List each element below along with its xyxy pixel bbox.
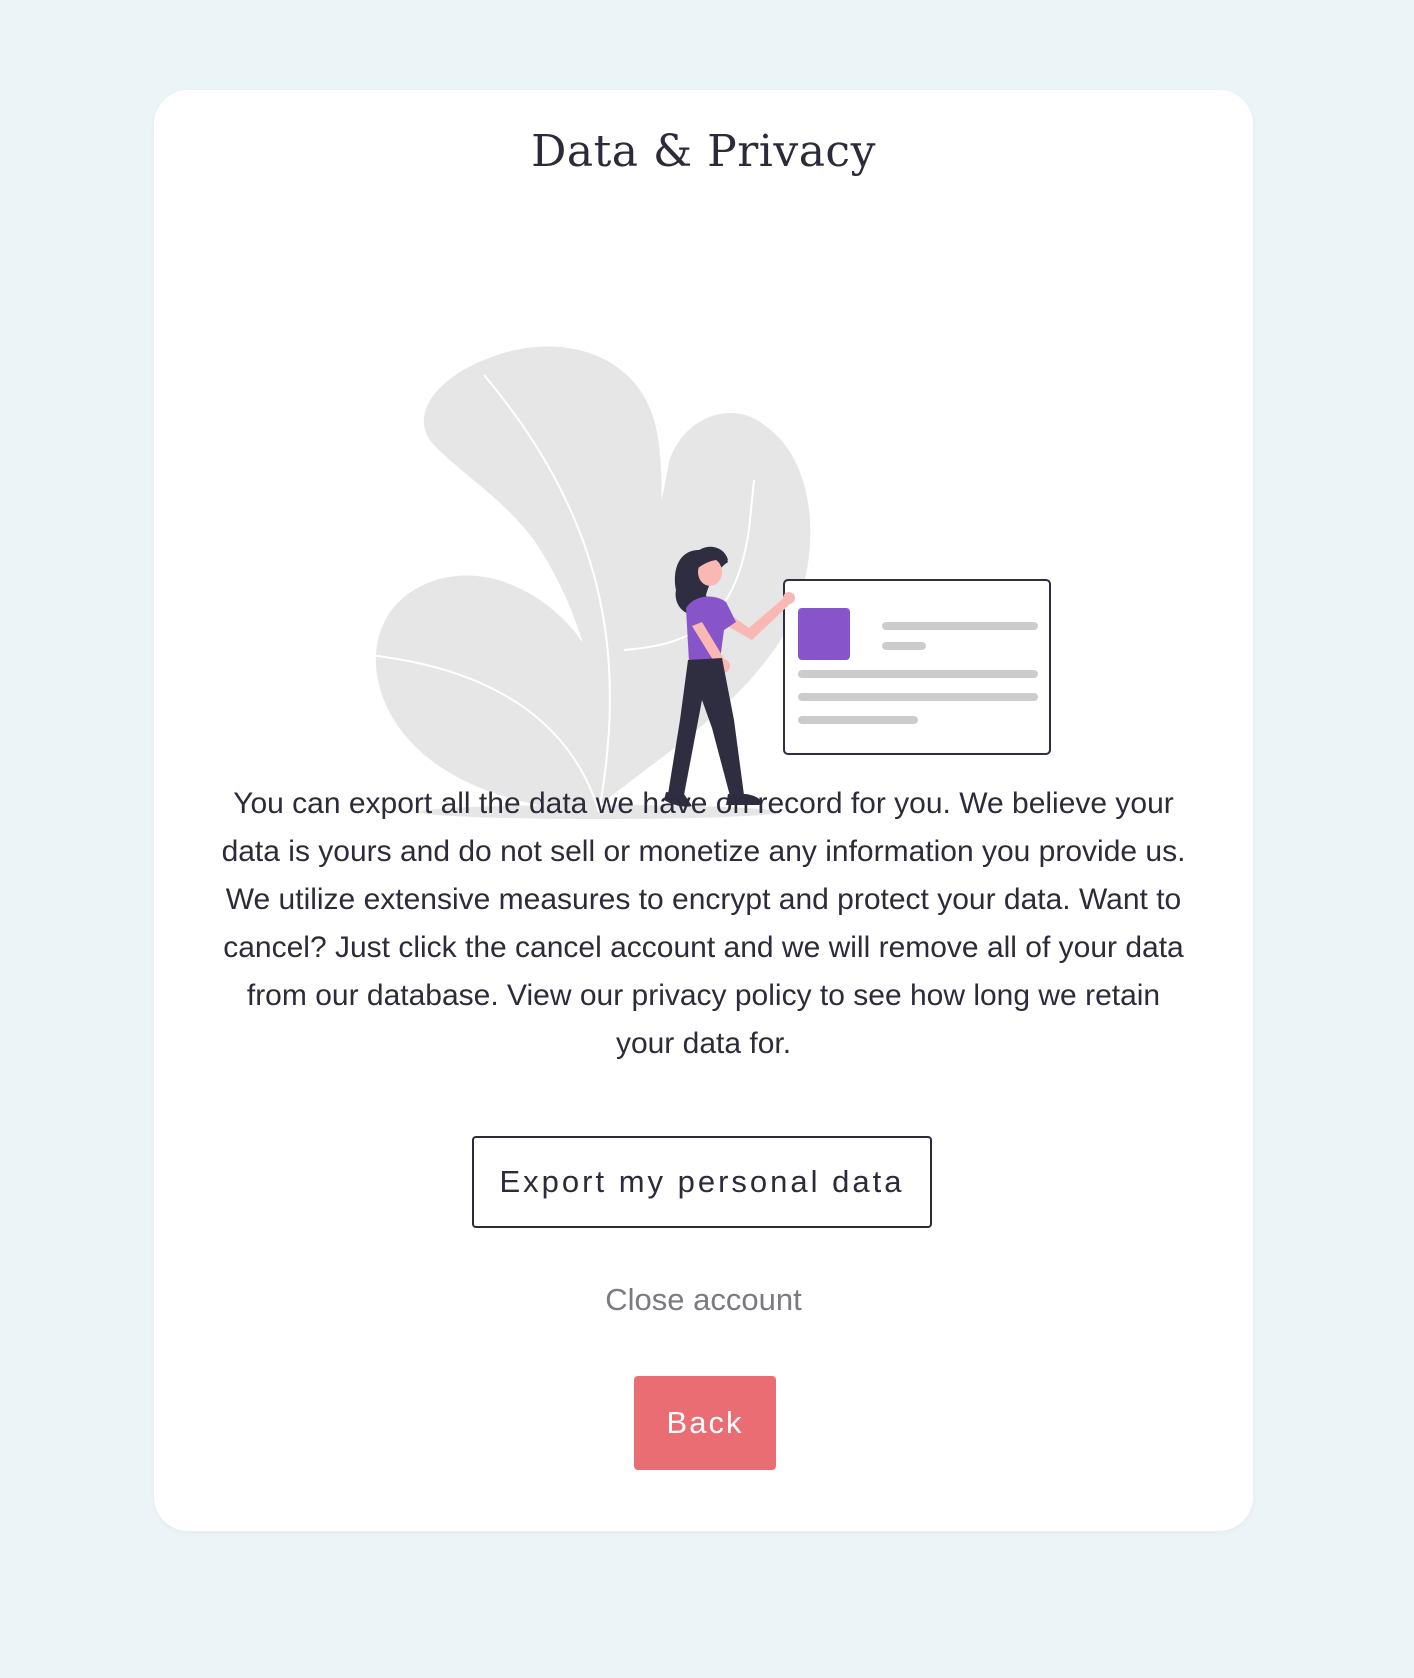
profile-line-3 [798, 670, 1038, 678]
profile-line-2 [882, 642, 926, 650]
person-with-profile-card-illustration [368, 346, 1051, 819]
privacy-card: Data & Privacy You can export all the da… [154, 90, 1253, 1531]
back-button[interactable]: Back [634, 1376, 776, 1470]
privacy-illustration [354, 250, 1054, 830]
profile-line-5 [798, 716, 918, 724]
export-data-button[interactable]: Export my personal data [472, 1136, 932, 1228]
profile-avatar-square [798, 608, 850, 660]
leaf-front [375, 575, 605, 812]
profile-line-1 [882, 622, 1038, 630]
close-account-link[interactable]: Close account [154, 1282, 1253, 1318]
profile-card-frame [783, 579, 1051, 755]
privacy-description: You can export all the data we have on r… [221, 787, 1186, 1060]
profile-line-4 [798, 693, 1038, 701]
page-title: Data & Privacy [531, 126, 876, 177]
